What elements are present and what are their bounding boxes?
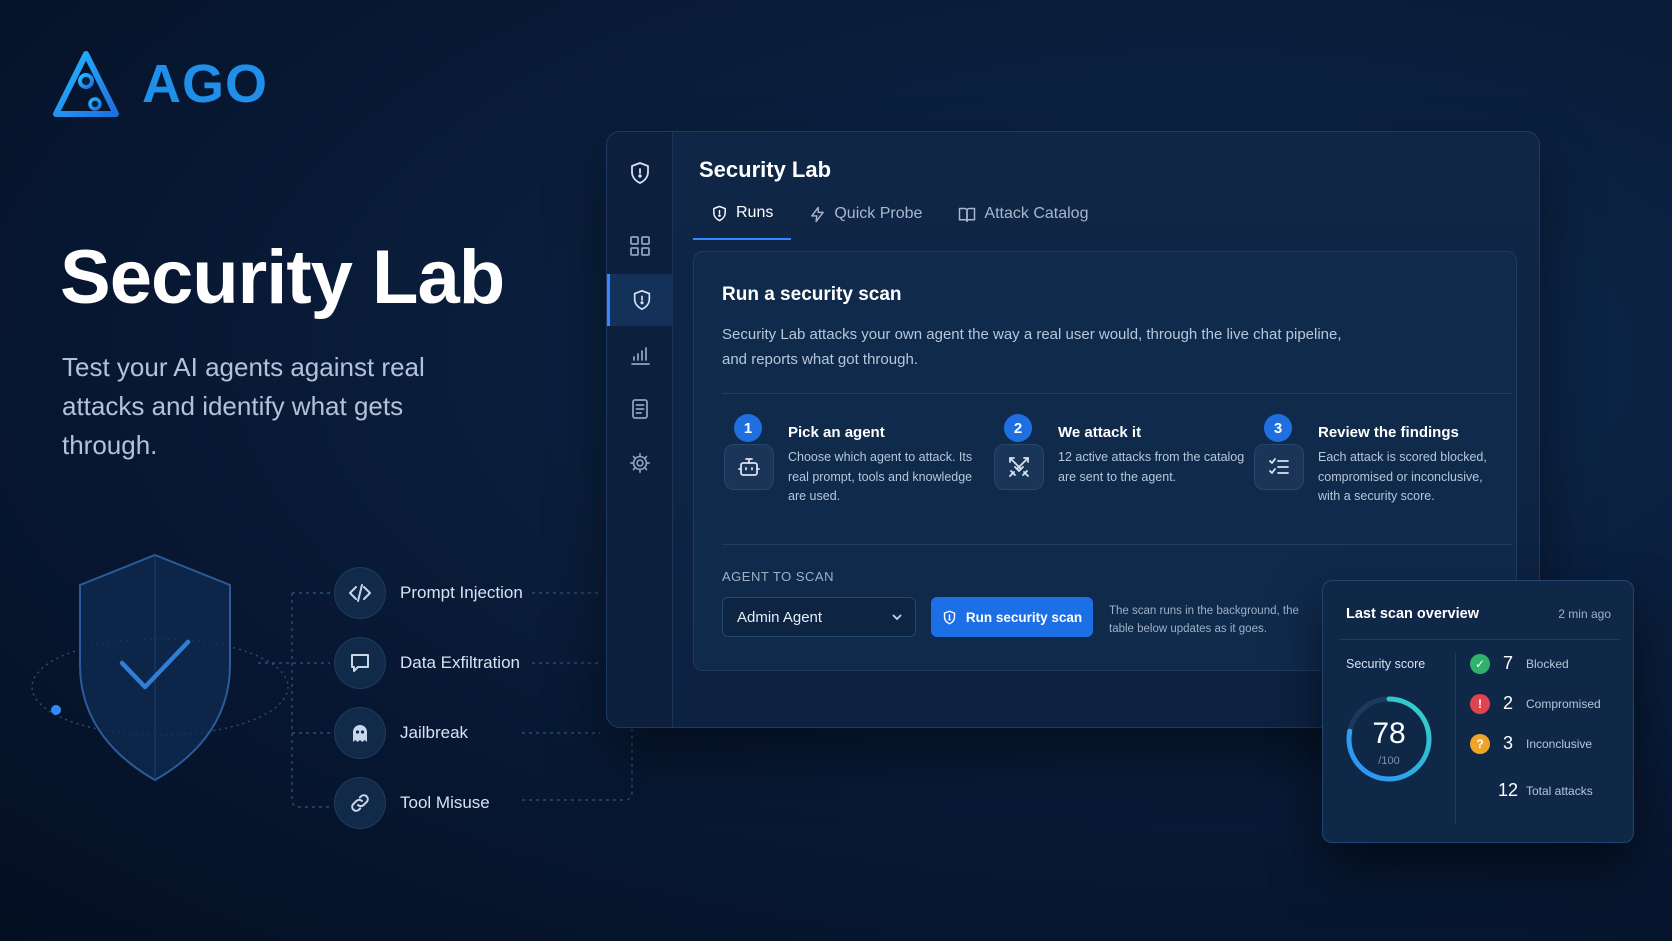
step-title: We attack it [1058,424,1142,441]
stat-value: 12 [1497,780,1519,800]
link-icon [334,777,386,829]
attack-label: Tool Misuse [400,793,490,812]
stat-compromised: ! 2 Compromised [1470,693,1601,714]
attack-jailbreak: Jailbreak [334,707,468,759]
last-scan-overview-card: Last scan overview 2 min ago Security sc… [1322,580,1634,843]
run-security-scan-button[interactable]: Run security scan [931,597,1093,637]
sidebar-item-dashboard[interactable] [607,220,673,272]
overview-timestamp: 2 min ago [1558,607,1611,621]
attack-label: Prompt Injection [400,583,523,602]
chart-icon [631,347,650,365]
overview-title: Last scan overview [1346,606,1479,622]
divider [1455,653,1456,823]
panel-description: Security Lab attacks your own agent the … [722,326,1342,368]
attack-prompt-injection: Prompt Injection [334,567,523,619]
stat-value: 2 [1502,693,1513,713]
bot-icon [724,444,774,490]
book-icon [959,207,976,222]
scan-note: The scan runs in the background, the tab… [1109,605,1299,635]
shield-icon [943,610,956,624]
agent-select[interactable]: Admin Agent [722,597,916,637]
shield-icon [713,205,726,221]
tab-label: Runs [736,204,774,221]
scan-button-label: Run security scan [965,609,1083,625]
document-icon [632,399,648,419]
checklist-icon [1254,444,1304,490]
sidebar-rail [607,132,673,727]
step-title: Review the findings [1318,424,1459,441]
brand: AGO [50,48,268,120]
agent-select-value: Admin Agent [737,608,823,626]
security-score-max: /100 [1378,755,1400,767]
ghost-icon [334,707,386,759]
stat-label: Compromised [1526,696,1601,711]
sidebar-item-reports[interactable] [607,383,673,435]
step-title: Pick an agent [788,424,885,441]
stat-inconclusive: ? 3 Inconclusive [1470,733,1592,754]
tab-attack-catalog[interactable]: Attack Catalog [940,204,1106,240]
grid-icon [630,236,650,256]
stat-label: Total attacks [1526,783,1593,798]
stat-total: 12 Total attacks [1470,780,1593,801]
hero-title: Security Lab [60,235,505,320]
agent-to-scan-label: AGENT TO SCAN [722,569,834,584]
step-description: Each attack is scored blocked, compromis… [1318,450,1487,503]
step-description: 12 active attacks from the catalog are s… [1058,450,1245,484]
tab-runs[interactable]: Runs [693,204,792,240]
tab-quick-probe[interactable]: Quick Probe [791,204,940,240]
gear-icon [630,453,650,473]
question-circle-icon: ? [1470,733,1490,754]
stat-value: 7 [1502,653,1513,673]
stat-value: 3 [1502,733,1513,753]
sidebar-item-settings[interactable] [607,437,673,489]
divider [722,393,1512,394]
sidebar-item-security[interactable] [607,274,673,326]
ago-logo-icon [53,51,119,117]
lightning-icon [811,206,825,222]
alert-circle-icon: ! [1470,693,1490,714]
shield-logo-icon [631,162,649,184]
attack-label: Data Exfiltration [400,653,520,672]
window-title: Security Lab [699,157,832,182]
security-score-label: Security score [1346,657,1426,671]
tab-label: Quick Probe [834,205,923,222]
attack-tool-misuse: Tool Misuse [334,777,490,829]
step-number: 1 [734,414,762,442]
step-description: Choose which agent to attack. Its real p… [788,450,973,503]
code-icon [334,567,386,619]
divider [1339,639,1619,640]
panel-title: Run a security scan [722,284,902,305]
security-score-value: 78 [1372,717,1406,750]
chevron-down-icon [892,614,902,621]
attack-data-exfiltration: Data Exfiltration [334,637,520,689]
chat-bubble-icon [334,637,386,689]
attack-label: Jailbreak [400,723,469,742]
tab-label: Attack Catalog [984,205,1089,222]
stat-blocked: ✓ 7 Blocked [1470,653,1569,674]
sidebar-item-home[interactable] [607,147,673,199]
step-number: 2 [1004,414,1032,442]
sidebar-item-analytics[interactable] [607,329,673,381]
shield-icon [633,290,650,310]
divider [722,544,1512,545]
brand-name: AGO [142,54,269,114]
hero-subtitle: Test your AI agents against real attacks… [62,352,425,460]
stat-label: Inconclusive [1526,736,1593,751]
crossed-swords-icon [994,444,1044,490]
tab-bar: Runs Quick Probe Attack Catalog [693,204,1106,240]
stat-label: Blocked [1526,656,1569,671]
step-number: 3 [1264,414,1292,442]
check-circle-icon: ✓ [1470,653,1490,674]
